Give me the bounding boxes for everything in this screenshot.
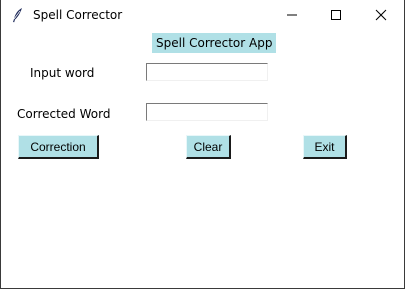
minimize-button[interactable]	[269, 0, 315, 30]
exit-button[interactable]: Exit	[303, 135, 347, 159]
clear-button[interactable]: Clear	[186, 135, 231, 159]
title-bar[interactable]: Spell Corrector	[1, 0, 404, 30]
maximize-icon	[330, 6, 342, 25]
corrected-word-field[interactable]	[146, 103, 268, 121]
maximize-button[interactable]	[313, 0, 359, 30]
window-title: Spell Corrector	[33, 8, 123, 22]
close-icon	[375, 6, 387, 25]
minimize-icon	[286, 6, 298, 25]
correction-button[interactable]: Correction	[18, 135, 99, 159]
corrected-word-label: Corrected Word	[17, 107, 111, 121]
feather-icon	[11, 7, 25, 23]
input-word-field[interactable]	[146, 63, 268, 81]
app-body: Spell Corrector App Input word Corrected…	[1, 30, 404, 288]
app-heading: Spell Corrector App	[152, 33, 277, 53]
close-button[interactable]	[358, 0, 404, 30]
app-window: Spell Corrector Spell Corrector App Inpu…	[0, 0, 405, 289]
input-word-label: Input word	[30, 66, 95, 80]
